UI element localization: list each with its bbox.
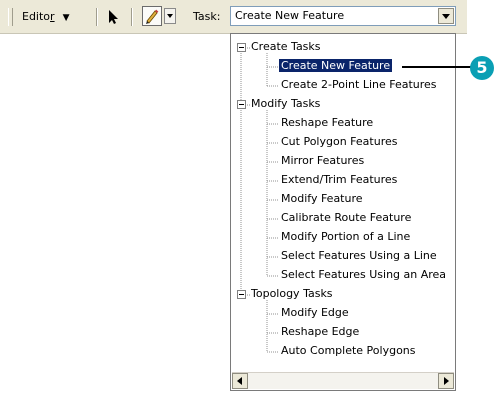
task-list-item-label: Modify Portion of a Line [281, 230, 411, 243]
task-list-item[interactable]: Create New Feature [277, 57, 394, 75]
sketch-tool-dropdown[interactable] [164, 8, 176, 24]
chevron-down-icon [442, 14, 450, 19]
tree-group-label: Topology Tasks [251, 287, 333, 300]
select-arrow-icon[interactable] [106, 9, 120, 25]
task-label: Task: [193, 10, 221, 23]
chevron-down-icon: ▼ [62, 13, 70, 23]
tree-group[interactable]: Modify Tasks [249, 95, 322, 113]
toolbar-separator [96, 8, 97, 26]
task-list-item-label: Cut Polygon Features [281, 135, 398, 148]
tree-group[interactable]: Create Tasks [249, 38, 323, 56]
step-callout: 5 [470, 56, 494, 80]
scroll-left-button[interactable] [232, 373, 248, 389]
tree-group-label: Modify Tasks [251, 97, 321, 110]
task-list-item-label: Create 2-Point Line Features [281, 78, 437, 91]
task-dropdown-list[interactable]: Create Tasks Create New Feature Create 2-P… [230, 33, 456, 391]
task-list-item-label: Extend/Trim Features [281, 173, 398, 186]
task-list-item[interactable]: Extend/Trim Features [279, 171, 399, 189]
tree-collapse-icon[interactable] [237, 290, 246, 299]
scroll-left-icon [237, 377, 242, 385]
tree-group-label: Create Tasks [251, 40, 321, 53]
toolbar-separator [131, 8, 132, 26]
task-list-item-label: Modify Edge [281, 306, 349, 319]
task-list-item-label: Reshape Feature [281, 116, 374, 129]
task-list-item[interactable]: Cut Polygon Features [279, 133, 399, 151]
task-list-item[interactable]: Select Features Using a Line [279, 247, 439, 265]
task-list-item[interactable]: Select Features Using an Area [279, 266, 448, 284]
toolbar-grip[interactable] [8, 8, 13, 26]
editor-toolbar: Editor ▼ Task: Create New Feature [0, 0, 467, 34]
editor-menu-label: Editor [22, 10, 55, 23]
horizontal-scrollbar[interactable] [232, 372, 454, 389]
callout-line [402, 66, 472, 68]
editor-menu-button[interactable]: Editor ▼ [22, 10, 70, 24]
task-list-item[interactable]: Calibrate Route Feature [279, 209, 413, 227]
task-list-item[interactable]: Modify Feature [279, 190, 365, 208]
task-list-item-label: Modify Feature [281, 192, 363, 205]
sketch-tool-button[interactable] [142, 6, 162, 26]
task-list-item-label: Select Features Using an Area [281, 268, 447, 281]
task-list-item[interactable]: Reshape Edge [279, 323, 361, 341]
task-list-item-label: Auto Complete Polygons [281, 344, 416, 357]
pencil-icon [146, 9, 159, 24]
chevron-down-icon [167, 14, 173, 18]
task-list-item-label: Reshape Edge [281, 325, 360, 338]
task-combobox[interactable]: Create New Feature [230, 6, 456, 26]
task-list-item-label: Mirror Features [281, 154, 365, 167]
scroll-right-icon [444, 377, 449, 385]
task-list-item[interactable]: Auto Complete Polygons [279, 342, 418, 360]
tree-group[interactable]: Topology Tasks [249, 285, 335, 303]
task-dropdown-button[interactable] [438, 8, 454, 24]
scroll-right-button[interactable] [438, 373, 454, 389]
task-list-item[interactable]: Create 2-Point Line Features [279, 76, 439, 94]
task-combobox-value: Create New Feature [235, 9, 345, 22]
task-list-item[interactable]: Modify Portion of a Line [279, 228, 412, 246]
task-list-item-label: Select Features Using a Line [281, 249, 437, 262]
task-list-item[interactable]: Mirror Features [279, 152, 366, 170]
task-list-item[interactable]: Modify Edge [279, 304, 351, 322]
tree-collapse-icon[interactable] [237, 43, 246, 52]
tree-collapse-icon[interactable] [237, 100, 246, 109]
task-list-item-label: Create New Feature [277, 58, 394, 73]
task-list-item-label: Calibrate Route Feature [281, 211, 412, 224]
task-list-item[interactable]: Reshape Feature [279, 114, 375, 132]
